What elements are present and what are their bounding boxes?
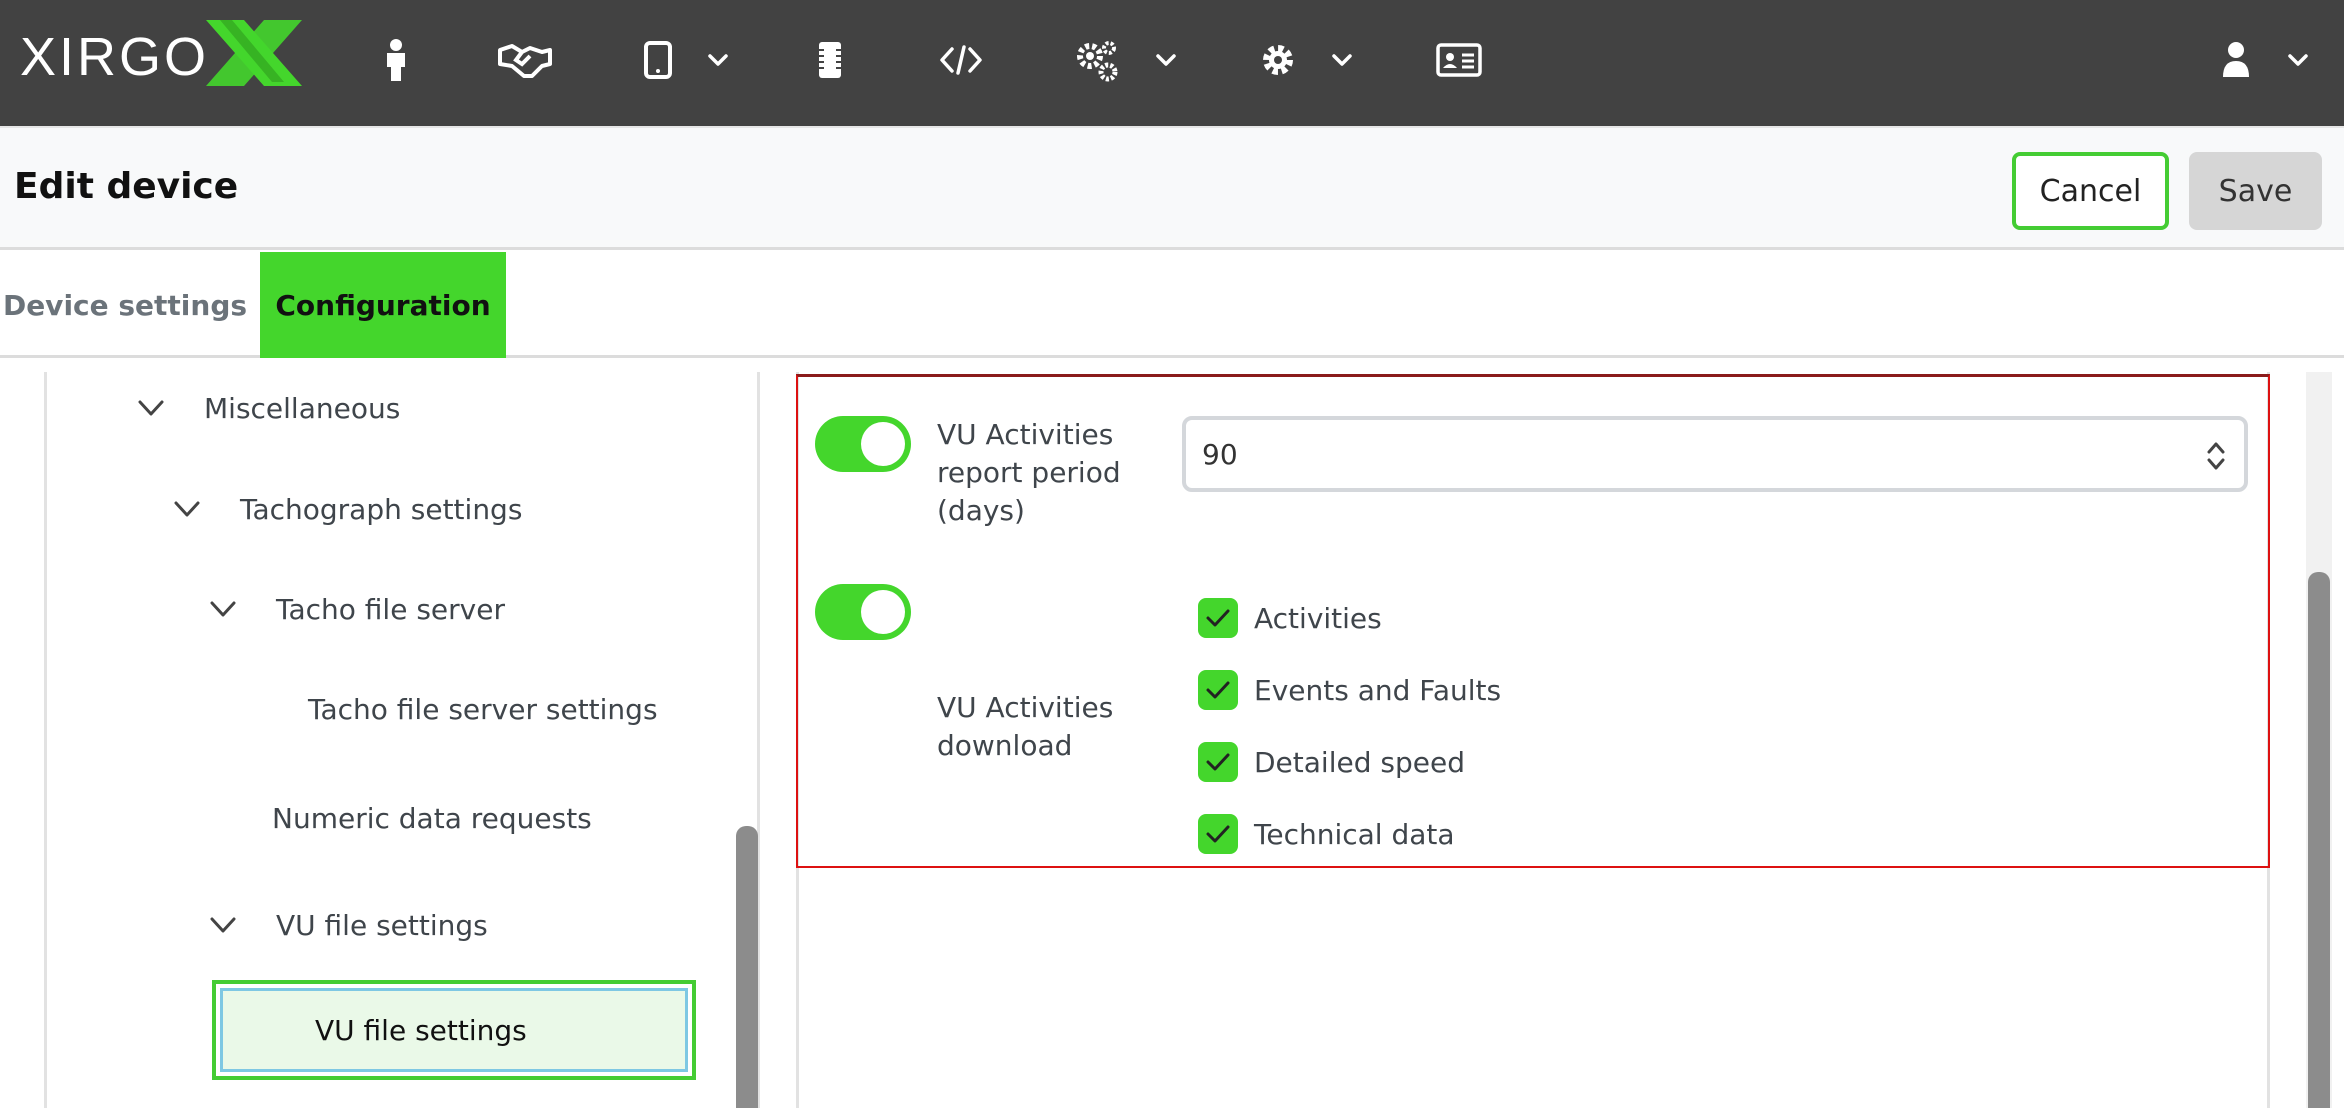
user-icon[interactable] [2220, 30, 2252, 90]
checkbox-detailed-speed[interactable]: Detailed speed [1198, 742, 1465, 782]
tree-item-tachograph-settings[interactable]: Tachograph settings [170, 492, 522, 526]
toggle-knob [861, 422, 905, 466]
label-line: VU Activities [937, 418, 1114, 451]
chevron-down-icon[interactable] [206, 592, 240, 626]
checkbox-box[interactable] [1198, 814, 1238, 854]
checkmark-icon [1206, 609, 1230, 627]
code-icon[interactable] [938, 30, 984, 90]
checkmark-icon [1206, 681, 1230, 699]
tree-item-miscellaneous[interactable]: Miscellaneous [134, 391, 400, 425]
checkbox-activities[interactable]: Activities [1198, 598, 1382, 638]
save-button[interactable]: Save [2189, 152, 2322, 230]
checkbox-events-and-faults[interactable]: Events and Faults [1198, 670, 1501, 710]
person-icon[interactable] [376, 30, 416, 90]
tree-scrollbar[interactable] [736, 826, 758, 1108]
chevron-down-icon[interactable] [704, 46, 732, 74]
tab-device-settings[interactable]: Device settings [0, 252, 250, 358]
checkbox-label: Events and Faults [1254, 673, 1502, 707]
chevron-down-icon[interactable] [134, 391, 168, 425]
checkmark-icon [1206, 753, 1230, 771]
download-label: VU Activities download [937, 689, 1113, 765]
logo-x-mark [206, 20, 302, 86]
page-header: Edit device Cancel Save [0, 126, 2344, 250]
checkbox-technical-data[interactable]: Technical data [1198, 814, 1455, 854]
checkbox-box[interactable] [1198, 742, 1238, 782]
report-period-label: VU Activities report period (days) [937, 416, 1121, 530]
report-period-input[interactable]: 90 [1182, 416, 2248, 492]
tab-bar: Device settings Configuration [0, 252, 2344, 358]
logo-text: XIRGO [20, 27, 210, 87]
checkbox-label: Detailed speed [1254, 745, 1465, 779]
tree-item-label: Numeric data requests [272, 802, 592, 835]
tree-item-tacho-file-server-settings[interactable]: Tacho file server settings [308, 693, 658, 726]
content-scrollbar[interactable] [2308, 572, 2330, 1108]
label-line: report period [937, 456, 1121, 489]
tree-item-label: Tacho file server [276, 592, 505, 626]
label-line: download [937, 729, 1073, 762]
checkmark-icon [1206, 825, 1230, 843]
cogs-icon[interactable] [1074, 30, 1120, 90]
page-title: Edit device [14, 166, 239, 207]
checkbox-box[interactable] [1198, 670, 1238, 710]
tree-item-numeric-data-requests[interactable]: Numeric data requests [272, 802, 592, 835]
sim-card-icon[interactable] [812, 30, 848, 90]
handshake-icon[interactable] [496, 30, 554, 90]
report-period-value: 90 [1202, 437, 1238, 471]
checkbox-label: Activities [1254, 601, 1382, 635]
checkbox-label: Technical data [1254, 817, 1455, 851]
toggle-knob [861, 590, 905, 634]
checkbox-box[interactable] [1198, 598, 1238, 638]
tree-item-tacho-file-server[interactable]: Tacho file server [206, 592, 505, 626]
xirgo-logo[interactable]: XIRGO [20, 12, 320, 92]
tree-item-label: VU file settings [276, 908, 488, 942]
tablet-icon[interactable] [640, 30, 676, 90]
tree-item-label: Tacho file server settings [308, 693, 658, 726]
chevron-down-icon[interactable] [1152, 46, 1180, 74]
label-line: VU Activities [937, 691, 1114, 724]
report-period-toggle[interactable] [815, 416, 911, 472]
tree-item-label: Tachograph settings [240, 492, 523, 526]
label-line: (days) [937, 494, 1025, 527]
chevron-down-icon[interactable] [206, 908, 240, 942]
chevron-down-icon[interactable] [170, 492, 204, 526]
tree-item-label: Miscellaneous [204, 391, 401, 425]
cancel-button[interactable]: Cancel [2012, 152, 2169, 230]
tab-configuration[interactable]: Configuration [260, 252, 506, 358]
tree-item-label: VU file settings [220, 988, 688, 1072]
spinner-arrows-icon[interactable] [2204, 438, 2228, 474]
top-navbar: XIRGO [0, 0, 2344, 126]
gear-icon[interactable] [1258, 30, 1298, 90]
tree-item-vu-file-settings-selected[interactable]: VU file settings [212, 980, 696, 1080]
tree-item-vu-file-settings-group[interactable]: VU file settings [206, 908, 488, 942]
download-toggle[interactable] [815, 584, 911, 640]
chevron-down-icon[interactable] [1328, 46, 1356, 74]
chevron-down-icon[interactable] [2284, 46, 2312, 74]
id-card-icon[interactable] [1434, 30, 1484, 90]
